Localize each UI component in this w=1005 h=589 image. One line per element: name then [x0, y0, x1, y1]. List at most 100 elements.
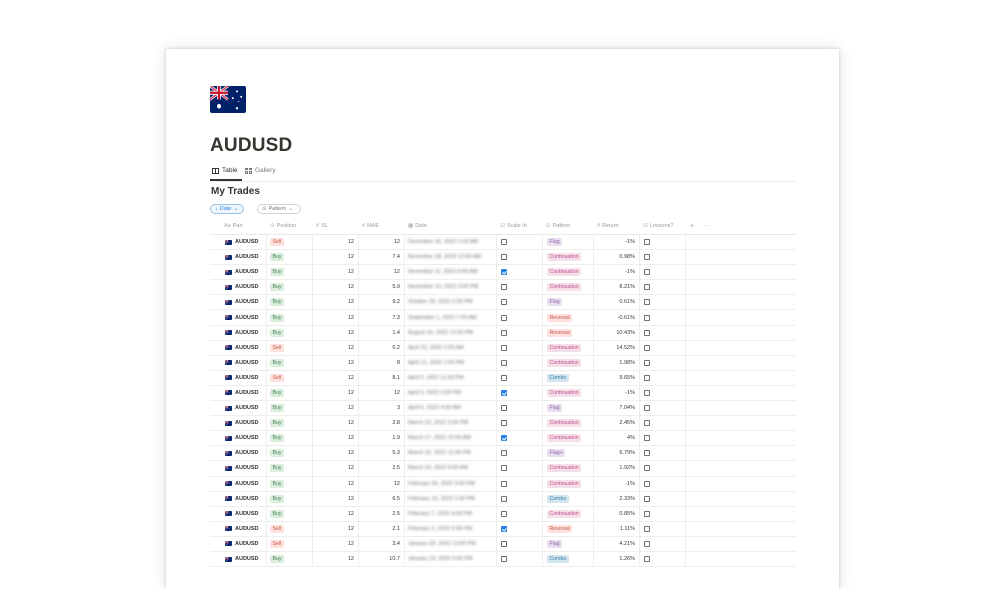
lessons-checkbox[interactable] [644, 480, 650, 487]
pattern-cell[interactable]: Continuation [547, 250, 582, 264]
lessons-checkbox[interactable] [644, 525, 650, 532]
scale-in-checkbox[interactable] [501, 254, 507, 261]
lessons-checkbox[interactable] [644, 420, 650, 427]
date-cell[interactable]: February 16, 2022 1:00 PM [408, 492, 496, 506]
date-cell[interactable]: April 5, 2022 4:00 AM [408, 401, 496, 415]
mae-cell[interactable]: 0.2 [362, 341, 400, 355]
mae-cell[interactable]: 6.5 [362, 492, 400, 506]
date-cell[interactable]: March 10, 2022 8:00 AM [408, 461, 496, 475]
position-cell[interactable]: Buy [270, 552, 284, 566]
lessons-checkbox[interactable] [644, 254, 650, 261]
scale-in-checkbox[interactable] [501, 540, 507, 547]
lessons-checkbox[interactable] [644, 405, 650, 412]
sl-cell[interactable]: 12 [316, 507, 354, 521]
mae-cell[interactable]: 7.4 [362, 250, 400, 264]
date-cell[interactable]: August 10, 2022 12:00 PM [408, 326, 496, 340]
table-row[interactable]: AUDUSD Sell 12 3.4 January 29, 2022 12:0… [210, 536, 796, 552]
date-cell[interactable]: March 22, 2022 3:00 PM [408, 416, 496, 430]
sl-cell[interactable]: 12 [316, 250, 354, 264]
position-cell[interactable]: Buy [270, 250, 284, 264]
pair-cell[interactable]: AUDUSD [225, 341, 259, 355]
pair-cell[interactable]: AUDUSD [225, 492, 259, 506]
sl-cell[interactable]: 12 [316, 446, 354, 460]
scale-in-checkbox[interactable] [501, 480, 507, 487]
mae-cell[interactable]: 1.4 [362, 326, 400, 340]
lessons-checkbox[interactable] [644, 435, 650, 442]
return-cell[interactable]: 1.11% [597, 522, 635, 536]
date-cell[interactable]: March 17, 2022 10:00 AM [408, 431, 496, 445]
table-row[interactable]: AUDUSD Buy 12 12 November 11, 2022 9:00 … [210, 265, 796, 281]
table-row[interactable]: AUDUSD Buy 12 5.3 March 16, 2022 11:00 P… [210, 446, 796, 462]
pattern-cell[interactable]: Flag [547, 295, 563, 309]
pair-cell[interactable]: AUDUSD [225, 326, 259, 340]
date-cell[interactable]: November 11, 2022 9:00 AM [408, 265, 496, 279]
sl-cell[interactable]: 12 [316, 522, 354, 536]
return-cell[interactable]: 1.98% [597, 356, 635, 370]
scale-in-checkbox[interactable] [501, 314, 507, 321]
return-cell[interactable]: -1% [597, 235, 635, 249]
table-row[interactable]: AUDUSD Sell 12 2.1 February 2, 2022 3:00… [210, 521, 796, 537]
table-row[interactable]: AUDUSD Buy 12 7.4 November 28, 2022 12:0… [210, 250, 796, 266]
pair-cell[interactable]: AUDUSD [225, 356, 259, 370]
column-header-scale-in[interactable]: ☑ Scale In [500, 223, 527, 229]
date-cell[interactable]: January 29, 2022 12:00 PM [408, 537, 496, 551]
position-cell[interactable]: Buy [270, 477, 284, 491]
position-cell[interactable]: Buy [270, 310, 284, 324]
date-cell[interactable]: September 1, 2022 7:00 AM [408, 310, 496, 324]
table-row[interactable]: AUDUSD Buy 12 3 April 5, 2022 4:00 AM Fl… [210, 401, 796, 417]
sl-cell[interactable]: 12 [316, 416, 354, 430]
position-cell[interactable]: Buy [270, 401, 284, 415]
pair-cell[interactable]: AUDUSD [225, 295, 259, 309]
scale-in-checkbox[interactable] [501, 284, 507, 291]
pattern-cell[interactable]: Combo [547, 492, 569, 506]
mae-cell[interactable]: 2.5 [362, 461, 400, 475]
return-cell[interactable]: 4% [597, 431, 635, 445]
table-row[interactable]: AUDUSD Buy 12 1.9 March 17, 2022 10:00 A… [210, 431, 796, 447]
pair-cell[interactable]: AUDUSD [225, 431, 259, 445]
scale-in-checkbox[interactable] [501, 510, 507, 517]
sl-cell[interactable]: 12 [316, 295, 354, 309]
pattern-cell[interactable]: Continuation [547, 386, 582, 400]
position-cell[interactable]: Buy [270, 492, 284, 506]
column-header-return[interactable]: # Return [597, 223, 619, 229]
table-row[interactable]: AUDUSD Buy 12 2.5 March 10, 2022 8:00 AM… [210, 461, 796, 477]
sl-cell[interactable]: 12 [316, 326, 354, 340]
pattern-cell[interactable]: Flag [547, 537, 563, 551]
return-cell[interactable]: -0.61% [597, 310, 635, 324]
pattern-cell[interactable]: Continuation [547, 431, 582, 445]
pattern-cell[interactable]: Continuation [547, 477, 582, 491]
position-cell[interactable]: Buy [270, 507, 284, 521]
sl-cell[interactable]: 12 [316, 356, 354, 370]
scale-in-checkbox[interactable] [501, 495, 507, 502]
pattern-cell[interactable]: Continuation [547, 507, 582, 521]
more-options-button[interactable]: ··· [704, 223, 710, 229]
lessons-checkbox[interactable] [644, 389, 650, 396]
sl-cell[interactable]: 12 [316, 401, 354, 415]
position-cell[interactable]: Buy [270, 356, 284, 370]
pair-cell[interactable]: AUDUSD [225, 522, 259, 536]
table-row[interactable]: AUDUSD Sell 12 0.2 April 22, 2022 1:00 A… [210, 340, 796, 356]
pair-cell[interactable]: AUDUSD [225, 477, 259, 491]
date-cell[interactable]: February 7, 2022 4:00 PM [408, 507, 496, 521]
pair-cell[interactable]: AUDUSD [225, 250, 259, 264]
pair-cell[interactable]: AUDUSD [225, 507, 259, 521]
return-cell[interactable]: -1% [597, 265, 635, 279]
date-cell[interactable]: January 19, 2022 9:00 PM [408, 552, 496, 566]
return-cell[interactable]: 4.21% [597, 537, 635, 551]
return-cell[interactable]: 0.85% [597, 507, 635, 521]
sl-cell[interactable]: 12 [316, 235, 354, 249]
scale-in-checkbox[interactable] [501, 299, 507, 306]
sort-date-chip[interactable]: ↓ Date ⌄ [210, 204, 244, 214]
pair-cell[interactable]: AUDUSD [225, 310, 259, 324]
return-cell[interactable]: 6.79% [597, 446, 635, 460]
sl-cell[interactable]: 12 [316, 265, 354, 279]
lessons-checkbox[interactable] [644, 314, 650, 321]
table-row[interactable]: AUDUSD Buy 12 5.9 November 10, 2022 3:00… [210, 280, 796, 296]
column-header-date[interactable]: ▦ Date [408, 223, 427, 229]
sl-cell[interactable]: 12 [316, 477, 354, 491]
scale-in-checkbox[interactable] [501, 389, 507, 396]
return-cell[interactable]: 9.65% [597, 371, 635, 385]
sl-cell[interactable]: 12 [316, 461, 354, 475]
pattern-cell[interactable]: Flag [547, 235, 563, 249]
position-cell[interactable]: Buy [270, 265, 284, 279]
